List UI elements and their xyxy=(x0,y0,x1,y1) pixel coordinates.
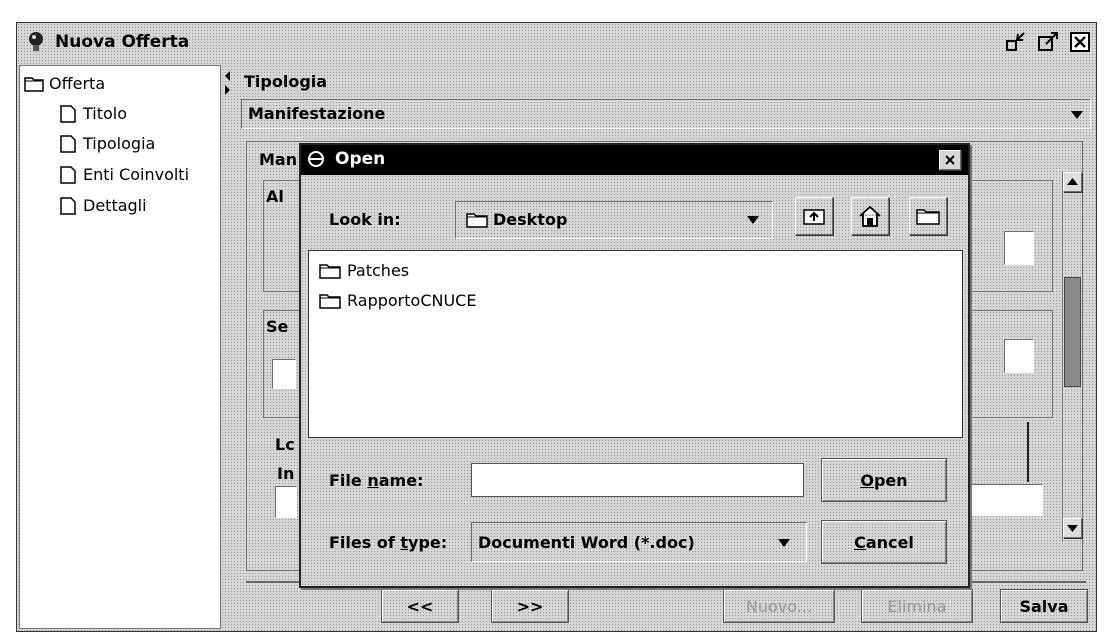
tree-item-enti-coinvolti[interactable]: Enti Coinvolti xyxy=(58,165,189,184)
tree-item-label: Titolo xyxy=(83,104,128,123)
group-title: Se xyxy=(266,317,289,336)
prev-button[interactable]: << xyxy=(381,589,459,623)
minimize-icon[interactable] xyxy=(1005,31,1027,53)
tipologia-select[interactable]: Manifestazione xyxy=(241,99,1091,129)
text-field[interactable] xyxy=(275,486,297,518)
list-item[interactable]: Patches xyxy=(319,261,409,280)
up-folder-icon xyxy=(803,209,825,225)
split-arrows-icon[interactable] xyxy=(222,65,236,105)
document-icon xyxy=(60,134,76,153)
tree-item-tipologia[interactable]: Tipologia xyxy=(58,134,155,153)
maximize-icon[interactable] xyxy=(1037,31,1059,53)
tree-item-label: Dettagli xyxy=(83,196,147,215)
group-title: Al xyxy=(266,187,284,206)
tree-item-label: Enti Coinvolti xyxy=(83,165,190,184)
button-mnemonic: O xyxy=(860,470,874,490)
tree-root-label: Offerta xyxy=(49,74,106,93)
button-label: ancel xyxy=(865,532,914,552)
open-button[interactable]: Open xyxy=(821,458,947,502)
salva-button[interactable]: Salva xyxy=(1000,589,1088,623)
tree-item-label: Tipologia xyxy=(83,134,156,153)
file-list[interactable]: Patches RapportoCNUCE xyxy=(308,250,963,438)
file-name: RapportoCNUCE xyxy=(347,291,477,310)
look-in-value: Desktop xyxy=(493,210,568,229)
group-title: Lc xyxy=(275,435,295,454)
close-icon[interactable] xyxy=(1069,31,1091,53)
label-part: ame: xyxy=(378,471,424,490)
look-in-label: Look in: xyxy=(329,210,401,229)
document-icon xyxy=(60,196,76,215)
look-in-select[interactable]: Desktop xyxy=(455,201,773,239)
scroll-up-button[interactable] xyxy=(1063,172,1082,192)
label-mnemonic: n xyxy=(367,471,379,490)
folder-icon xyxy=(319,293,341,309)
text-field[interactable] xyxy=(1004,231,1034,265)
file-name: Patches xyxy=(347,261,410,280)
internet-explorer-icon xyxy=(308,151,324,167)
file-name-label: File name: xyxy=(329,471,423,490)
tipologia-label: Tipologia xyxy=(244,72,328,91)
folder-icon xyxy=(466,212,488,228)
text-field[interactable] xyxy=(272,359,296,389)
nuovo-button[interactable]: Nuovo... xyxy=(723,589,835,623)
next-button[interactable]: >> xyxy=(491,589,569,623)
dialog-body: Look in: Desktop Patches RapportoCNUCE F… xyxy=(301,175,968,586)
label-part: Files of xyxy=(329,533,401,552)
tree-root-offerta[interactable]: Offerta xyxy=(24,74,105,93)
navigation-tree: Offerta Titolo Tipologia Enti Coinvolti … xyxy=(19,65,221,629)
title-bar[interactable]: Nuova Offerta xyxy=(17,23,1096,63)
tree-item-titolo[interactable]: Titolo xyxy=(58,104,127,123)
arrow-down-icon xyxy=(1067,525,1078,532)
document-icon xyxy=(60,104,76,123)
new-folder-button[interactable] xyxy=(909,197,947,235)
lightbulb-icon xyxy=(29,32,43,51)
label-part: ype: xyxy=(408,533,448,552)
label-part: File xyxy=(329,471,368,490)
document-icon xyxy=(60,165,76,184)
close-icon[interactable] xyxy=(939,150,961,170)
files-of-type-value: Documenti Word (*.doc) xyxy=(478,533,695,552)
button-label: pen xyxy=(873,470,908,490)
chevron-down-icon xyxy=(1071,111,1083,119)
separator xyxy=(1027,422,1029,482)
window-title: Nuova Offerta xyxy=(55,32,190,52)
section-title: Man xyxy=(259,150,298,169)
files-of-type-select[interactable]: Documenti Word (*.doc) xyxy=(471,522,807,562)
dialog-title: Open xyxy=(335,149,386,169)
up-folder-button[interactable] xyxy=(795,197,833,235)
split-pane-divider[interactable] xyxy=(222,65,236,629)
look-in-value-wrap: Desktop xyxy=(466,210,567,229)
folder-icon xyxy=(319,263,341,279)
files-of-type-label: Files of type: xyxy=(329,533,447,552)
field-label: In xyxy=(277,464,295,483)
new-folder-icon xyxy=(916,209,940,225)
open-dialog: Open Look in: Desktop Patches RapportoCN… xyxy=(299,143,970,588)
dialog-title-bar[interactable]: Open xyxy=(301,145,968,175)
text-field[interactable] xyxy=(1004,339,1034,373)
vertical-scrollbar[interactable] xyxy=(1062,172,1082,542)
tree-item-dettagli[interactable]: Dettagli xyxy=(58,196,147,215)
folder-icon xyxy=(24,76,44,92)
elimina-button[interactable]: Elimina xyxy=(861,589,973,623)
tipologia-value: Manifestazione xyxy=(248,104,386,123)
home-icon xyxy=(859,205,881,227)
scroll-down-button[interactable] xyxy=(1063,518,1082,538)
file-name-input[interactable] xyxy=(471,463,804,497)
arrow-up-icon xyxy=(1067,178,1078,185)
chevron-down-icon xyxy=(747,216,759,224)
cancel-button[interactable]: Cancel xyxy=(821,520,947,564)
list-item[interactable]: RapportoCNUCE xyxy=(319,291,476,310)
label-mnemonic: t xyxy=(400,533,409,552)
button-mnemonic: C xyxy=(854,532,866,552)
scroll-thumb[interactable] xyxy=(1064,277,1081,387)
home-button[interactable] xyxy=(851,197,889,235)
chevron-down-icon xyxy=(778,539,790,547)
